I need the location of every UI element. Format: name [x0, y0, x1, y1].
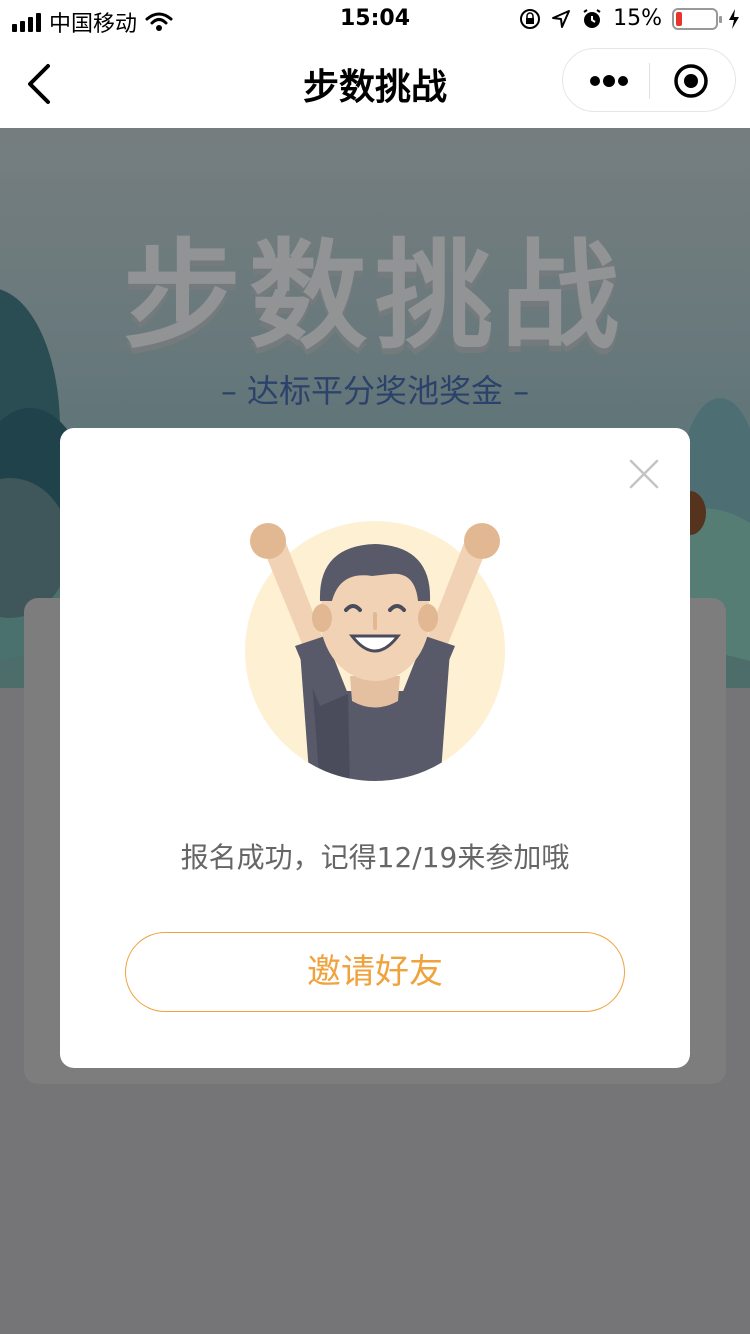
cheering-person-illustration	[245, 521, 505, 781]
mini-program-capsule	[562, 48, 736, 112]
signup-success-modal: 报名成功，记得12/19来参加哦 邀请好友	[60, 428, 690, 1068]
status-bar: 中国移动 15:04 15%	[0, 0, 750, 40]
target-icon[interactable]	[673, 63, 709, 99]
battery-level	[676, 11, 682, 26]
charging-icon	[729, 8, 739, 29]
signup-success-message: 报名成功，记得12/19来参加哦	[180, 841, 570, 874]
orientation-lock-icon	[520, 8, 541, 29]
more-icon[interactable]	[589, 71, 629, 91]
location-icon	[552, 9, 571, 28]
close-icon[interactable]	[628, 458, 660, 490]
capsule-divider	[649, 63, 650, 99]
battery-percent: 15%	[613, 6, 662, 31]
alarm-icon	[583, 8, 601, 28]
nav-bar: 步数挑战	[0, 40, 750, 128]
battery-icon	[672, 7, 722, 30]
invite-friends-button[interactable]: 邀请好友	[125, 932, 625, 1012]
status-right: 15%	[519, 6, 740, 31]
